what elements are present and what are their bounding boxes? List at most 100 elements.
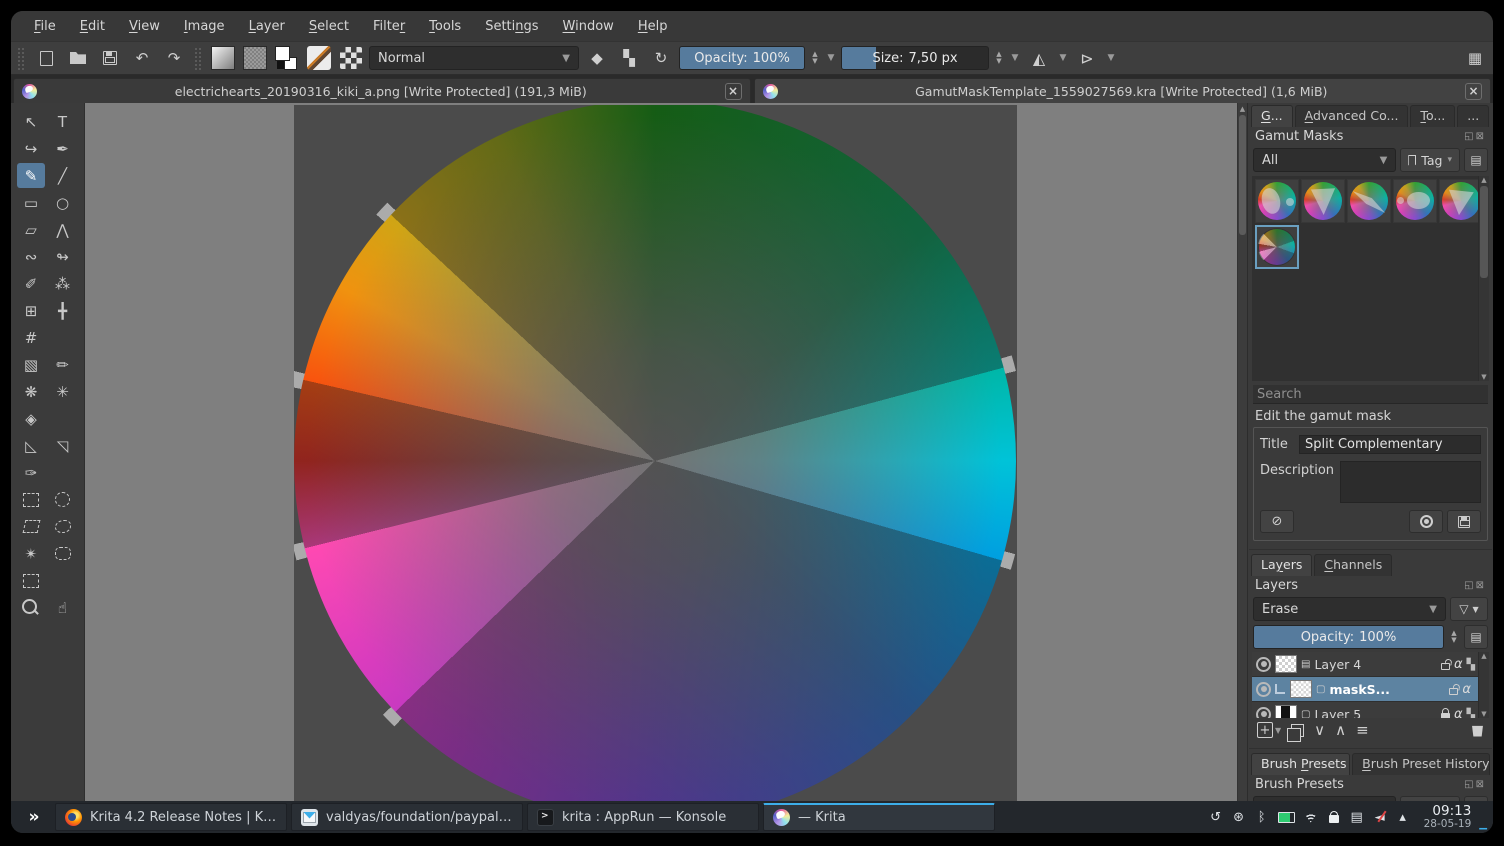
updates-icon[interactable]: ↺: [1209, 810, 1223, 825]
menu-item[interactable]: Image: [173, 16, 236, 37]
bezier-selection-tool[interactable]: [49, 541, 77, 566]
gradient-tool[interactable]: ▧: [17, 352, 45, 377]
color-sampler-tool[interactable]: ✏: [49, 352, 77, 377]
freehand-brush-tool[interactable]: ✎: [17, 163, 45, 188]
polygon-tool[interactable]: ▱: [17, 217, 45, 242]
brush-docker-tab[interactable]: Brush Presets: [1251, 753, 1351, 775]
fill-tool[interactable]: ◈: [17, 406, 45, 431]
gamut-color-wheel[interactable]: [294, 105, 1016, 801]
mask-lens[interactable]: [1347, 179, 1391, 223]
measure-tool[interactable]: ◺: [17, 433, 45, 458]
preserve-alpha-button[interactable]: ▚: [615, 45, 643, 71]
layer-row[interactable]: ▢ Layer 5 α ▚: [1252, 702, 1489, 718]
zoom-tool[interactable]: [17, 595, 45, 620]
docker-tab[interactable]: Advanced Co...: [1294, 105, 1409, 127]
brush-presets-button[interactable]: [337, 45, 365, 71]
float-docker-icon[interactable]: ◱: [1464, 580, 1475, 591]
mask-list-scrollbar[interactable]: ▲ ▼: [1478, 176, 1489, 381]
workspace-chooser-button[interactable]: ▦: [1461, 45, 1489, 71]
layers-docker-tab[interactable]: Channels: [1314, 554, 1393, 576]
mask-dot-ellipse[interactable]: [1393, 179, 1437, 223]
display-mode-button[interactable]: ▤: [1464, 148, 1488, 172]
duplicate-layer-button[interactable]: [1287, 723, 1305, 742]
clipboard-icon[interactable]: ▤: [1350, 810, 1364, 825]
multibrush-tool[interactable]: ⁂: [49, 271, 77, 296]
menu-item[interactable]: Filter: [362, 16, 416, 37]
mask-atmospheric-triad[interactable]: [1255, 179, 1299, 223]
delete-layer-button[interactable]: [1472, 725, 1483, 737]
menu-item[interactable]: Tools: [418, 16, 472, 37]
wifi-icon[interactable]: [1304, 812, 1318, 823]
menu-item[interactable]: Edit: [69, 16, 116, 37]
transform-tool[interactable]: ⊞: [17, 298, 45, 323]
layer-lock-icon[interactable]: [1449, 688, 1459, 695]
float-docker-icon[interactable]: ◱: [1464, 779, 1475, 790]
scroll-down-icon[interactable]: ▼: [1479, 710, 1489, 718]
scroll-up-icon[interactable]: ▲: [1479, 652, 1489, 660]
mask-triad[interactable]: [1439, 179, 1483, 223]
chevron-down-icon[interactable]: ▼: [1105, 53, 1117, 63]
open-document-button[interactable]: [64, 45, 92, 71]
clock[interactable]: 09:13 28-05-19: [1424, 803, 1472, 830]
menu-item[interactable]: Select: [298, 16, 360, 37]
move-layer-up-button[interactable]: ∧: [1335, 721, 1346, 739]
float-docker-icon[interactable]: ◱: [1464, 131, 1475, 142]
chevron-down-icon[interactable]: ▼: [1009, 53, 1021, 63]
taskbar-window-button[interactable]: krita : AppRun — Konsole: [527, 803, 759, 831]
close-icon[interactable]: ×: [1465, 82, 1482, 100]
ellipse-tool[interactable]: ○: [49, 190, 77, 215]
layer-filter-button[interactable]: ▽ ▼: [1450, 597, 1488, 621]
crop-tool[interactable]: #: [17, 325, 45, 350]
lock-icon[interactable]: [1327, 811, 1341, 823]
brush-size-slider[interactable]: Size: 7,50 px: [841, 46, 989, 70]
close-icon[interactable]: ×: [724, 82, 742, 100]
layer-thumbnail[interactable]: [1275, 705, 1297, 718]
layer-opacity-spinner[interactable]: ▲ ▼: [1448, 630, 1460, 644]
move-tool[interactable]: ╋: [49, 298, 77, 323]
gamut-mask-document[interactable]: [294, 105, 1017, 801]
menu-item[interactable]: Help: [627, 16, 679, 37]
mask-title-input[interactable]: [1299, 435, 1481, 454]
layer-visibility-eye-icon[interactable]: [1256, 706, 1271, 718]
taskbar-window-button[interactable]: Krita 4.2 Release Notes | Krita - ...: [55, 803, 287, 831]
add-layer-button[interactable]: + ▼: [1257, 722, 1281, 738]
inherit-alpha-icon[interactable]: ▚: [1467, 708, 1475, 719]
opacity-spinner[interactable]: ▲ ▼: [809, 51, 821, 65]
save-mask-button[interactable]: [1447, 510, 1481, 533]
redo-button[interactable]: ↷: [160, 45, 188, 71]
layer-row[interactable]: ▢ maskS... α: [1252, 677, 1489, 702]
battery-icon[interactable]: [1278, 812, 1295, 823]
toolbar-grip[interactable]: [18, 46, 25, 70]
docker-tab[interactable]: To...: [1410, 105, 1456, 127]
rectangular-selection-tool[interactable]: [17, 487, 45, 512]
text-tool[interactable]: T: [49, 109, 77, 134]
save-button[interactable]: [96, 45, 124, 71]
gradient-chooser-button[interactable]: [209, 45, 237, 71]
similar-color-selection-tool[interactable]: ✴: [17, 541, 45, 566]
menu-item[interactable]: View: [118, 16, 171, 37]
canvas-vertical-scrollbar[interactable]: ▲: [1237, 103, 1247, 801]
menu-item[interactable]: Settings: [474, 16, 549, 37]
new-document-button[interactable]: [32, 45, 60, 71]
layer-row[interactable]: ▤ Layer 4 α ▚: [1252, 652, 1489, 677]
panel-hide-icon[interactable]: ▁: [1479, 819, 1487, 833]
layer-name[interactable]: Layer 4: [1314, 657, 1437, 672]
chevron-down-icon[interactable]: ▼: [1057, 53, 1069, 63]
menu-item[interactable]: Layer: [238, 16, 296, 37]
freehand-path-tool[interactable]: ↬: [49, 244, 77, 269]
brush-docker-tab[interactable]: Brush Preset History: [1352, 753, 1490, 775]
bluetooth-icon[interactable]: ᛒ: [1255, 810, 1269, 825]
eraser-mode-button[interactable]: ◆: [583, 45, 611, 71]
elliptical-selection-tool[interactable]: [49, 487, 77, 512]
reload-preset-button[interactable]: ↻: [647, 45, 675, 71]
select-shapes-tool[interactable]: ↖: [17, 109, 45, 134]
reference-images-tool[interactable]: ✑: [17, 460, 45, 485]
layer-lock-icon[interactable]: [1440, 663, 1450, 670]
layer-visibility-eye-icon[interactable]: [1256, 681, 1271, 697]
layer-properties-button[interactable]: ≡: [1356, 721, 1369, 739]
magnetic-selection-tool[interactable]: [17, 568, 45, 593]
colorize-mask-tool[interactable]: ✳: [49, 379, 77, 404]
edit-shapes-tool[interactable]: ↪: [17, 136, 45, 161]
freehand-selection-tool[interactable]: [49, 514, 77, 539]
mask-complementary[interactable]: [1301, 179, 1345, 223]
